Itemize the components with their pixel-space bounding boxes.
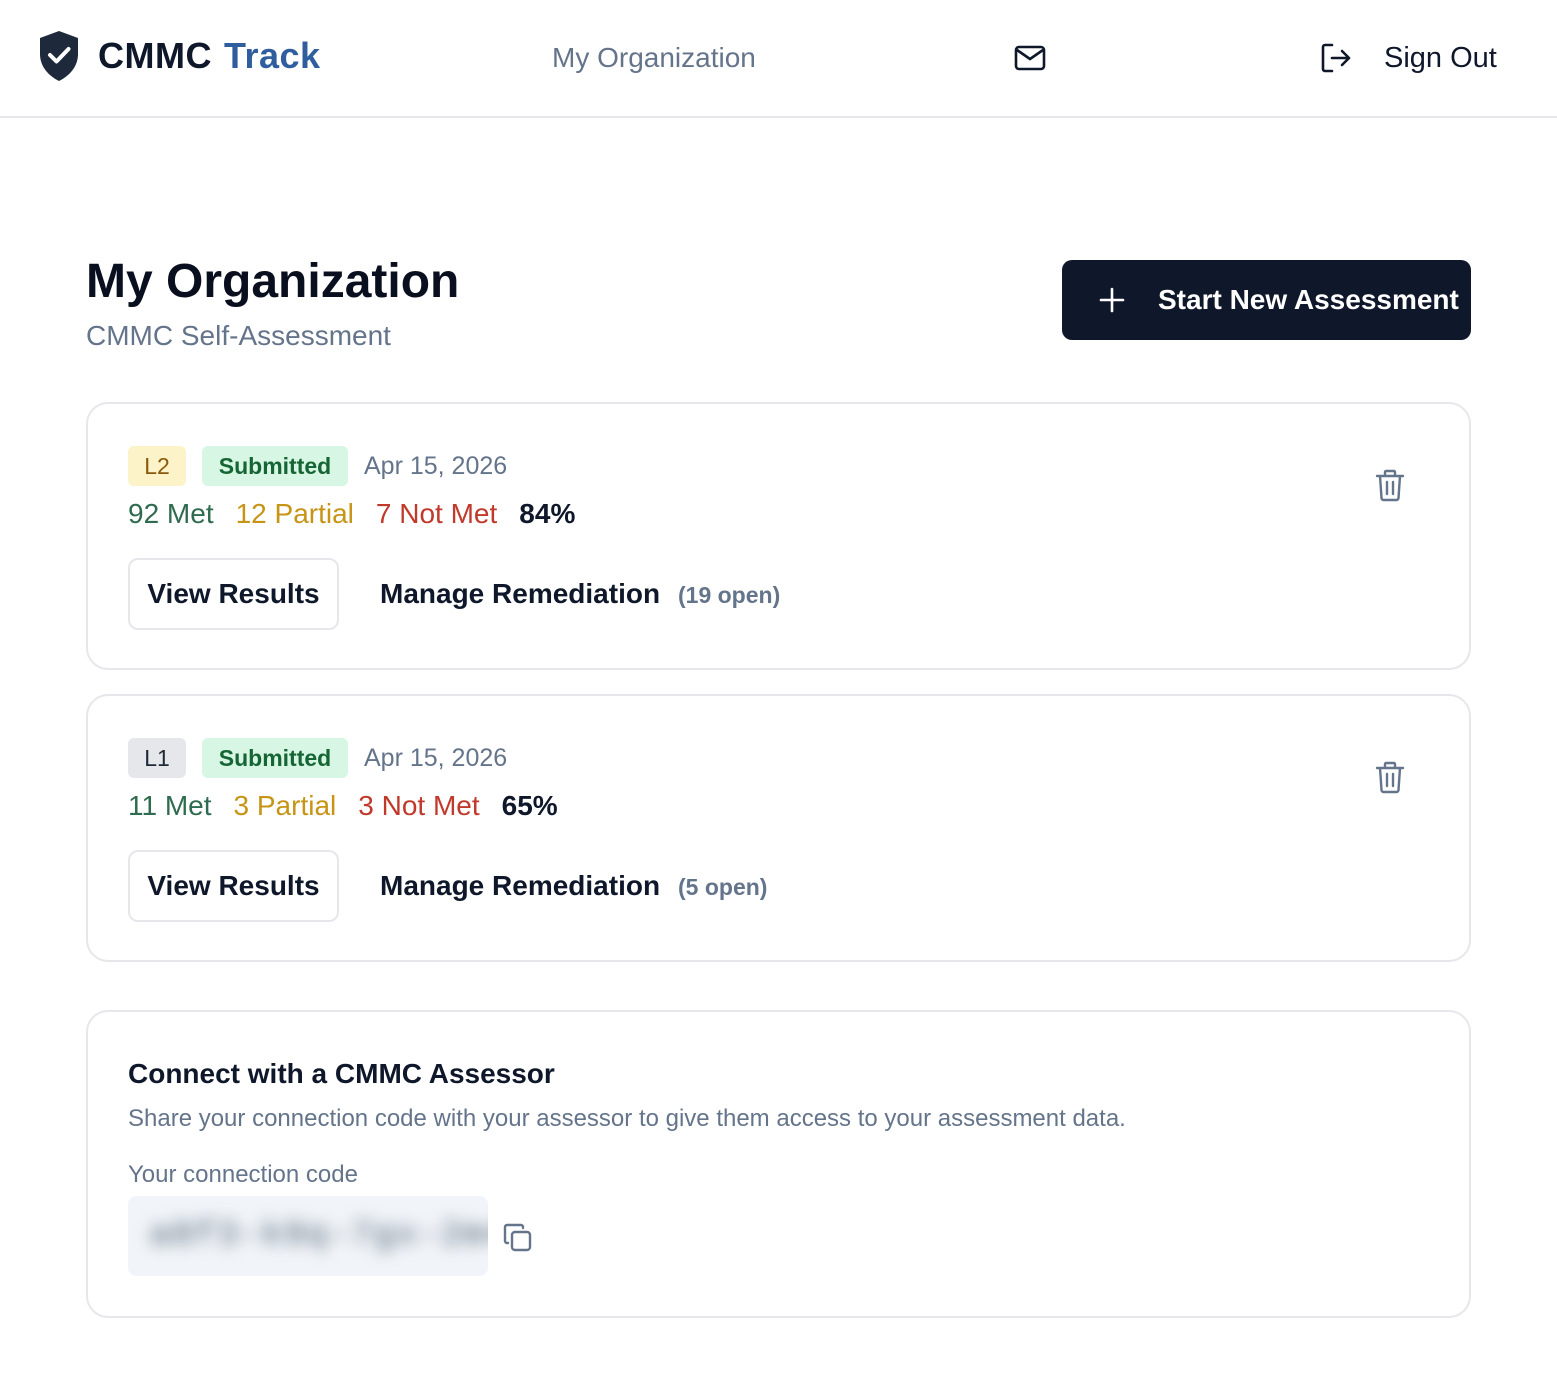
- assessment-date: Apr 15, 2026: [364, 452, 508, 480]
- top-nav-bar: CMMC Track My Organization Sign Out: [0, 0, 1557, 118]
- not-met-count: 7 Not Met: [375, 498, 498, 529]
- partial-count: 3 Partial: [233, 790, 337, 821]
- log-out-icon: [1321, 43, 1351, 73]
- connection-code-value: a8f3-k9q-7gx-2m4: [150, 1217, 488, 1255]
- copy-icon[interactable]: [502, 1222, 534, 1254]
- connection-code-field[interactable]: a8f3-k9q-7gx-2m4: [128, 1196, 488, 1276]
- status-badge: Submitted: [202, 738, 348, 778]
- start-new-assessment-label: Start New Assessment: [1158, 284, 1459, 315]
- score-percent: 84%: [519, 498, 576, 529]
- page-title: My Organization: [86, 255, 460, 308]
- nav-my-organization[interactable]: My Organization: [552, 40, 756, 76]
- met-count: 92 Met: [128, 498, 214, 529]
- connect-description: Share your connection code with your ass…: [128, 1105, 1126, 1132]
- sign-out-button[interactable]: Sign Out: [1318, 38, 1497, 78]
- plus-icon: [1099, 287, 1125, 313]
- start-new-assessment-button[interactable]: Start New Assessment: [1062, 260, 1471, 340]
- met-count: 11 Met: [128, 790, 212, 821]
- score-percent: 65%: [501, 790, 558, 821]
- assessment-card: L2 Submitted Apr 15, 2026 92 Met 12 Parti…: [86, 402, 1471, 670]
- manage-remediation-button[interactable]: Manage Remediation: [380, 866, 660, 906]
- brand-name-secondary: Track: [223, 35, 321, 76]
- view-results-button[interactable]: View Results: [128, 850, 339, 922]
- status-badge: Submitted: [202, 446, 348, 486]
- brand-name-primary: CMMC: [98, 35, 212, 76]
- manage-remediation-button[interactable]: Manage Remediation: [380, 574, 660, 614]
- shield-check-icon: [40, 31, 78, 81]
- not-met-count: 3 Not Met: [358, 790, 480, 821]
- mail-icon: [1014, 45, 1046, 71]
- connection-code-label: Your connection code: [128, 1161, 358, 1188]
- level-badge: L2: [128, 446, 186, 486]
- brand-name: CMMC Track: [98, 38, 321, 74]
- connect-title: Connect with a CMMC Assessor: [128, 1058, 555, 1089]
- trash-icon[interactable]: [1374, 468, 1406, 502]
- connect-assessor-card: Connect with a CMMC Assessor Share your …: [86, 1010, 1471, 1318]
- assessment-stats: 11 Met 3 Partial 3 Not Met 65%: [128, 786, 580, 826]
- partial-count: 12 Partial: [235, 498, 354, 529]
- assessment-card: L1 Submitted Apr 15, 2026 11 Met 3 Partia…: [86, 694, 1471, 962]
- mail-button[interactable]: [1012, 40, 1048, 76]
- level-badge: L1: [128, 738, 186, 778]
- brand-logo[interactable]: CMMC Track: [38, 30, 321, 82]
- open-items-count: (5 open): [678, 874, 768, 900]
- view-results-button[interactable]: View Results: [128, 558, 339, 630]
- assessment-date: Apr 15, 2026: [364, 744, 508, 772]
- assessment-stats: 92 Met 12 Partial 7 Not Met 84%: [128, 494, 597, 534]
- trash-icon[interactable]: [1374, 760, 1406, 794]
- open-items-count: (19 open): [678, 582, 781, 608]
- page-subtitle: CMMC Self-Assessment: [86, 320, 391, 351]
- sign-out-label: Sign Out: [1384, 42, 1497, 74]
